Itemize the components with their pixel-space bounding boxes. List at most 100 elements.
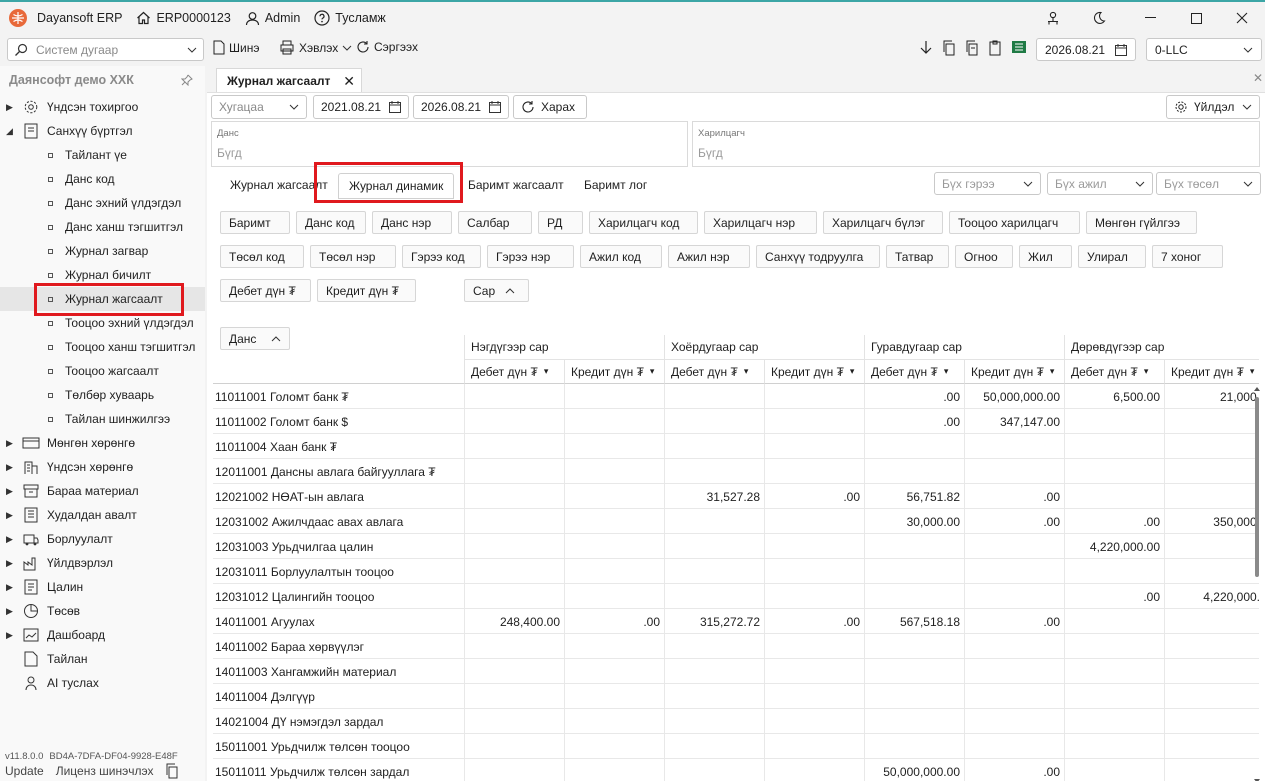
sidebar-group[interactable]: ▶ Борлуулалт (0, 527, 205, 551)
table-row[interactable]: 14011001 Агуулах 248,400.00.00 315,272.72.… (213, 609, 1259, 634)
field-chip[interactable]: Гэрээ нэр (487, 245, 574, 268)
filter-dropdown-icon[interactable]: ▾ (944, 366, 949, 377)
table-row[interactable]: 12021002 НӨАТ-ын авлага 31,527.28.00 56,75… (213, 484, 1259, 509)
filter-dropdown-icon[interactable]: ▾ (1144, 366, 1149, 377)
account-field[interactable]: Данс Бүгд (211, 121, 688, 167)
copy-icon[interactable] (942, 40, 956, 56)
field-chip[interactable]: Татвар (886, 245, 949, 268)
table-row[interactable]: 11011002 Голомт банк $ .00 347,147.00 (213, 409, 1259, 434)
partner-field[interactable]: Харилцагч Бүгд (692, 121, 1260, 167)
close-icon[interactable] (1219, 2, 1265, 34)
action-button[interactable]: Үйлдэл (1166, 95, 1260, 119)
table-row[interactable]: 15011011 Урьдчилж төлсөн зардал 50,000,00… (213, 759, 1259, 781)
table-row[interactable]: 12031011 Борлуулалтын тооцоо (213, 559, 1259, 584)
partner-value[interactable]: Бүгд (698, 146, 723, 160)
caret-right-icon[interactable]: ▶ (6, 486, 18, 497)
field-chip[interactable]: РД (538, 211, 583, 234)
user-switch-icon[interactable] (1035, 2, 1071, 34)
chevron-down-icon[interactable] (289, 104, 299, 110)
excel-icon[interactable] (1011, 40, 1027, 54)
help-button[interactable]: Тусламж (314, 10, 386, 26)
sidebar-group[interactable]: ▶ Дашбоард (0, 623, 205, 647)
table-row[interactable]: 11011004 Хаан банк ₮ (213, 434, 1259, 459)
table-row[interactable]: 15011001 Урьдчилж төлсөн тооцоо (213, 734, 1259, 759)
current-date-field[interactable]: 2026.08.21 (1036, 38, 1136, 61)
field-chip[interactable]: Төсөл код (220, 245, 304, 268)
minimize-icon[interactable] (1127, 2, 1173, 34)
date-to-field[interactable]: 2026.08.21 (413, 95, 509, 119)
filter-dropdown-icon[interactable]: ▾ (1250, 366, 1255, 377)
caret-right-icon[interactable]: ▶ (6, 534, 18, 545)
view-button[interactable]: Харах (513, 95, 587, 119)
field-chip[interactable]: Баримт (220, 211, 290, 234)
field-chip[interactable]: Салбар (458, 211, 532, 234)
chevron-down-icon[interactable] (1243, 47, 1253, 53)
caret-right-icon[interactable]: ▶ (6, 102, 18, 113)
sidebar-subitem[interactable]: Данс ханш тэгшитгэл (0, 215, 205, 239)
caret-right-icon[interactable]: ▶ (6, 558, 18, 569)
chevron-down-icon[interactable] (1242, 104, 1252, 110)
field-chip[interactable]: Төсөл нэр (310, 245, 396, 268)
search-input[interactable]: Систем дугаар (36, 43, 187, 57)
license-renew-link[interactable]: Лиценз шинэчлэх (56, 764, 154, 778)
new-button[interactable]: Шинэ (213, 40, 259, 55)
field-chip[interactable]: Ажил код (580, 245, 662, 268)
period-select[interactable]: Хугацаа (211, 95, 307, 119)
sidebar-group[interactable]: ◢ Санхүү бүртгэл (0, 119, 205, 143)
caret-right-icon[interactable]: ▶ (6, 606, 18, 617)
sidebar-group[interactable]: ▶ Үйлдвэрлэл (0, 551, 205, 575)
sidebar-group[interactable]: Тайлан (0, 647, 205, 671)
caret-right-icon[interactable]: ▶ (6, 438, 18, 449)
caret-right-icon[interactable]: ▶ (6, 630, 18, 641)
filter-dropdown-icon[interactable]: ▾ (544, 366, 549, 377)
field-chip[interactable]: Гэрээ код (402, 245, 481, 268)
field-chip[interactable]: Жил (1019, 245, 1072, 268)
field-chip[interactable]: Ажил нэр (668, 245, 750, 268)
table-row[interactable]: 12031003 Урьдчилгаа цалин 4,220,000.00. (213, 534, 1259, 559)
credit-header[interactable]: Кредит дүн ₮ ▾ (1165, 360, 1259, 384)
field-chip[interactable]: Данс нэр (372, 211, 452, 234)
debit-header[interactable]: Дебет дүн ₮ ▾ (465, 360, 565, 384)
debit-header[interactable]: Дебет дүн ₮ ▾ (1065, 360, 1165, 384)
project-filter[interactable]: Бүх төсөл (1156, 172, 1261, 195)
print-button[interactable]: Хэвлэх (279, 40, 352, 55)
user-menu[interactable]: Admin (245, 11, 300, 26)
table-row[interactable]: 14021004 ДҮ нэмэгдэл зардал (213, 709, 1259, 734)
field-chip[interactable]: Данс код (296, 211, 366, 234)
sidebar-group[interactable]: ▶ Цалин (0, 575, 205, 599)
field-chip[interactable]: Санхүү тодруулга (756, 245, 880, 268)
company-select[interactable]: 0-LLC (1146, 38, 1262, 61)
close-all-tabs-icon[interactable]: ✕ (1253, 71, 1263, 85)
credit-header[interactable]: Кредит дүн ₮ ▾ (965, 360, 1065, 384)
table-row[interactable]: 12031002 Ажилчдаас авах авлага 30,000.00.… (213, 509, 1259, 534)
field-chip[interactable]: Харилцагч бүлэг (823, 211, 943, 234)
sidebar-group[interactable]: ▶ Үндсэн хөрөнгө (0, 455, 205, 479)
table-row[interactable]: 14011004 Дэлгүүр (213, 684, 1259, 709)
table-row[interactable]: 14011003 Хангамжийн материал (213, 659, 1259, 684)
close-tab-icon[interactable]: ✕ (343, 73, 355, 90)
contract-filter[interactable]: Бүх гэрээ (934, 172, 1041, 195)
erp-code[interactable]: ERP0000123 (136, 11, 231, 25)
field-chip[interactable]: Харилцагч нэр (704, 211, 817, 234)
sidebar-subitem[interactable]: Тооцоо ханш тэгшитгэл (0, 335, 205, 359)
tab-journal-list[interactable]: Журнал жагсаалт ✕ (216, 68, 362, 92)
sidebar-group[interactable]: ▶ Бараа материал (0, 479, 205, 503)
maximize-icon[interactable] (1173, 2, 1219, 34)
dark-mode-icon[interactable] (1071, 2, 1127, 34)
sidebar-subitem[interactable]: Тайлан шинжилгээ (0, 407, 205, 431)
refresh-button[interactable]: Сэргээх (356, 40, 418, 54)
chevron-down-icon[interactable] (342, 45, 352, 51)
clipboard-icon[interactable] (988, 40, 1002, 56)
sidebar-subitem[interactable]: Тооцоо эхний үлдэгдэл (0, 311, 205, 335)
credit-header[interactable]: Кредит дүн ₮ ▾ (565, 360, 665, 384)
caret-right-icon[interactable]: ▶ (6, 582, 18, 593)
field-chip[interactable]: Кредит дүн ₮ (317, 279, 416, 302)
account-value[interactable]: Бүгд (217, 146, 242, 160)
caret-right-icon[interactable]: ▶ (6, 462, 18, 473)
table-row[interactable]: 11011001 Голомт банк ₮ .00 50,000,000.00 6,… (213, 384, 1259, 409)
sidebar-group[interactable]: ▶ Мөнгөн хөрөнгө (0, 431, 205, 455)
sidebar-group[interactable]: AI туслах (0, 671, 205, 695)
month-header[interactable]: Хоёрдугаар сар (665, 335, 865, 360)
sidebar-group[interactable]: ▶ Үндсэн тохиргоо (0, 95, 205, 119)
field-chip[interactable]: Огноо (955, 245, 1013, 268)
